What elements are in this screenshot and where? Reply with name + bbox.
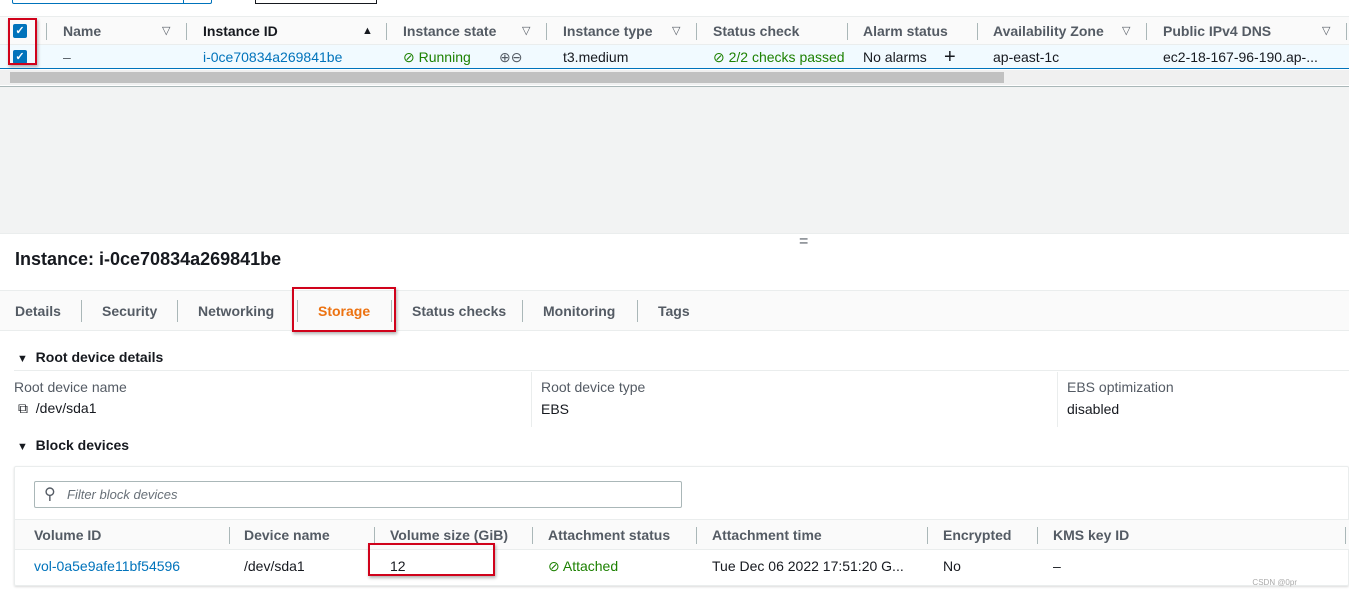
col-encrypted[interactable]: Encrypted (943, 520, 1011, 551)
attachment-time: Tue Dec 06 2022 17:51:20 G... (712, 558, 904, 574)
watermark: CSDN @0pr (1252, 578, 1297, 587)
search-icon: ⚲ (44, 486, 56, 503)
table-empty-area (0, 86, 1349, 233)
col-availability-zone[interactable]: Availability Zone (993, 17, 1104, 46)
tab-bar: Details Security Networking Storage Stat… (0, 290, 1349, 331)
filter-icon[interactable]: ▽ (1122, 17, 1130, 46)
copy-icon[interactable]: ⧉ (18, 400, 28, 416)
col-device-name[interactable]: Device name (244, 520, 330, 551)
col-alarm-status[interactable]: Alarm status (863, 17, 948, 46)
highlight-box (292, 287, 396, 332)
encrypted: No (943, 558, 961, 574)
tab-monitoring[interactable]: Monitoring (543, 291, 615, 331)
table-row[interactable]: ✓ – i-0ce70834a269841be ⊘ Running ⊕⊖ t3.… (0, 45, 1349, 69)
root-device-name: ⧉ /dev/sda1 (18, 400, 97, 417)
col-attachment-status[interactable]: Attachment status (548, 520, 670, 551)
col-instance-type[interactable]: Instance type (563, 17, 652, 46)
highlight-box (368, 543, 495, 576)
tab-networking[interactable]: Networking (198, 291, 274, 331)
status-check-text: 2/2 checks passed (728, 49, 845, 65)
highlight-box (8, 18, 37, 65)
zoom-in-icon[interactable]: ⊕ (499, 49, 511, 65)
search-input[interactable] (12, 0, 212, 4)
state-text: Running (418, 49, 471, 65)
field-label: EBS optimization (1067, 379, 1174, 395)
attachment-status-text: Attached (562, 558, 619, 574)
instance-id-link[interactable]: i-0ce70834a269841be (203, 45, 342, 69)
filter-placeholder: Filter block devices (67, 487, 178, 502)
field-value: EBS (541, 401, 570, 417)
filter-icon[interactable]: ▽ (162, 17, 170, 46)
col-attachment-time[interactable]: Attachment time (712, 520, 822, 551)
check-circle-icon: ⊘ (548, 558, 560, 574)
tab-details[interactable]: Details (15, 291, 61, 331)
instance-state: ⊘ Running (403, 45, 471, 69)
filter-icon[interactable]: ▽ (522, 17, 530, 46)
col-public-dns[interactable]: Public IPv4 DNS (1163, 17, 1271, 46)
col-volume-id[interactable]: Volume ID (34, 520, 101, 551)
section-heading: Block devices (35, 437, 130, 453)
status-check: ⊘ 2/2 checks passed (713, 45, 845, 69)
filter-icon[interactable]: ▽ (1322, 17, 1330, 46)
root-device-toggle[interactable]: ▼ Root device details (17, 349, 163, 365)
check-circle-icon: ⊘ (713, 49, 725, 65)
filter-icon[interactable]: ▽ (672, 17, 680, 46)
device-name: /dev/sda1 (244, 558, 305, 574)
alarm-status: No alarms (863, 49, 927, 65)
col-name[interactable]: Name (63, 17, 101, 46)
scrollbar-thumb[interactable] (10, 72, 1004, 83)
block-devices-header: Volume ID Device name Volume size (GiB) … (15, 519, 1349, 550)
instance-name: – (63, 49, 71, 65)
check-circle-icon: ⊘ (403, 49, 415, 65)
availability-zone: ap-east-1c (993, 49, 1060, 65)
tab-security[interactable]: Security (102, 291, 157, 331)
filter-block-devices-input[interactable]: ⚲ Filter block devices (34, 481, 682, 508)
field-label: Root device type (541, 379, 646, 395)
caret-down-icon: ▼ (17, 353, 28, 365)
toolbar-remnant (0, 0, 1349, 16)
field-value: /dev/sda1 (35, 400, 97, 416)
section-heading: Root device details (35, 349, 164, 365)
attachment-status: ⊘ Attached (548, 555, 618, 577)
kms-key-id: – (1053, 558, 1061, 574)
caret-down-icon: ▼ (17, 441, 28, 453)
public-dns: ec2-18-167-96-190.ap-... (1163, 49, 1318, 65)
page-title: Instance: i-0ce70834a269841be (15, 249, 282, 269)
add-alarm-icon[interactable]: + (944, 45, 956, 69)
resize-handle[interactable]: = (799, 233, 808, 251)
col-status-check[interactable]: Status check (713, 17, 799, 46)
zoom-icons[interactable]: ⊕⊖ (499, 45, 522, 69)
block-devices-toggle[interactable]: ▼ Block devices (17, 437, 129, 453)
instance-type: t3.medium (563, 49, 629, 65)
instances-table-header: ✓ Name ▽ Instance ID ▲ Instance state ▽ … (0, 16, 1349, 45)
sort-ascending-icon[interactable]: ▲ (362, 17, 373, 46)
tab-status-checks[interactable]: Status checks (412, 291, 506, 331)
field-value: disabled (1067, 401, 1120, 417)
field-label: Root device name (14, 379, 127, 395)
col-instance-state[interactable]: Instance state (403, 17, 496, 46)
col-instance-id[interactable]: Instance ID (203, 17, 278, 46)
volume-id-link[interactable]: vol-0a5e9afe11bf54596 (34, 555, 180, 577)
filter-button[interactable] (255, 0, 377, 4)
tab-tags[interactable]: Tags (658, 291, 690, 331)
col-kms-key-id[interactable]: KMS key ID (1053, 520, 1129, 551)
zoom-out-icon[interactable]: ⊖ (511, 49, 523, 65)
